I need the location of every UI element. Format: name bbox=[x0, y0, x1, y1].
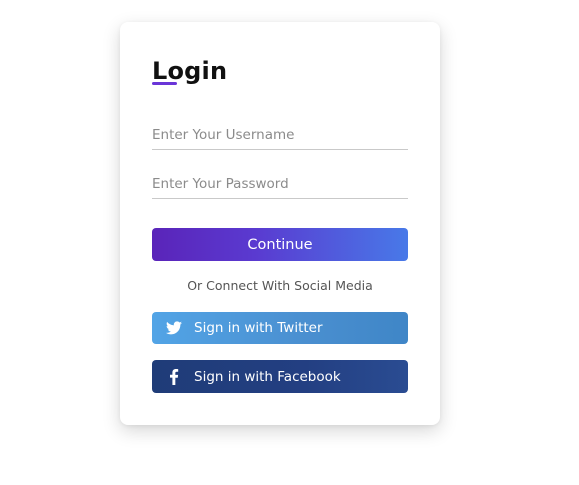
login-card: Login Continue Or Connect With Social Me… bbox=[120, 22, 440, 425]
social-connect-text: Or Connect With Social Media bbox=[187, 278, 373, 293]
continue-button-label: Continue bbox=[247, 236, 313, 253]
continue-button[interactable]: Continue bbox=[152, 228, 408, 261]
facebook-button-label: Sign in with Facebook bbox=[194, 368, 341, 385]
username-input[interactable] bbox=[152, 120, 408, 150]
twitter-icon bbox=[166, 320, 182, 336]
twitter-signin-button[interactable]: Sign in with Twitter bbox=[152, 312, 408, 344]
facebook-signin-button[interactable]: Sign in with Facebook bbox=[152, 360, 408, 393]
facebook-icon bbox=[166, 368, 182, 385]
twitter-button-label: Sign in with Twitter bbox=[194, 320, 323, 336]
password-input[interactable] bbox=[152, 169, 408, 199]
title-underline bbox=[152, 82, 177, 85]
